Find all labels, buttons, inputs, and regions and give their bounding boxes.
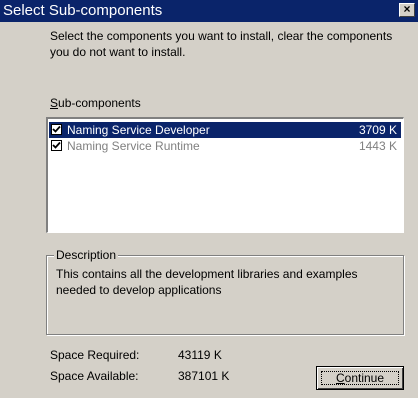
intro-text: Select the components you want to instal… [50, 29, 393, 59]
continue-button-label: Continue [336, 371, 384, 385]
checkmark-icon [52, 125, 61, 133]
title-bar[interactable]: Select Sub-components × [0, 0, 418, 22]
description-text: This contains all the development librar… [56, 267, 358, 297]
space-available-label: Space Available: [50, 369, 139, 383]
space-required-value: 43119 K [178, 348, 222, 362]
list-item-naming-service-developer[interactable]: Naming Service Developer 3709 K [49, 122, 401, 138]
list-item-size: 1443 K [358, 139, 397, 153]
subcomponents-label-rest: ub-components [58, 96, 141, 110]
subcomponents-label-mnemonic: S [50, 96, 59, 110]
continue-rest: ontinue [344, 371, 385, 385]
select-subcomponents-dialog: Select Sub-components × Select the compo… [0, 0, 418, 398]
list-item-name: Naming Service Runtime [67, 139, 200, 153]
close-button[interactable]: × [399, 3, 415, 17]
description-legend: Description [54, 247, 119, 263]
space-available-value: 387101 K [178, 369, 230, 383]
continue-button[interactable]: Continue [316, 366, 404, 390]
subcomponents-list[interactable]: Naming Service Developer 3709 K Naming S… [46, 117, 404, 233]
space-required-label: Space Required: [50, 348, 140, 362]
checkmark-icon [52, 141, 61, 149]
checkbox-naming-service-developer[interactable] [51, 124, 62, 135]
list-item-name: Naming Service Developer [67, 123, 210, 137]
list-item-naming-service-runtime[interactable]: Naming Service Runtime 1443 K [49, 138, 401, 154]
close-icon: × [403, 2, 411, 16]
subcomponents-label: Sub-components [50, 96, 141, 110]
continue-mnemonic: C [335, 371, 345, 385]
window-title: Select Sub-components [3, 2, 163, 19]
list-item-size: 3709 K [358, 123, 397, 137]
checkbox-naming-service-runtime[interactable] [51, 140, 62, 151]
